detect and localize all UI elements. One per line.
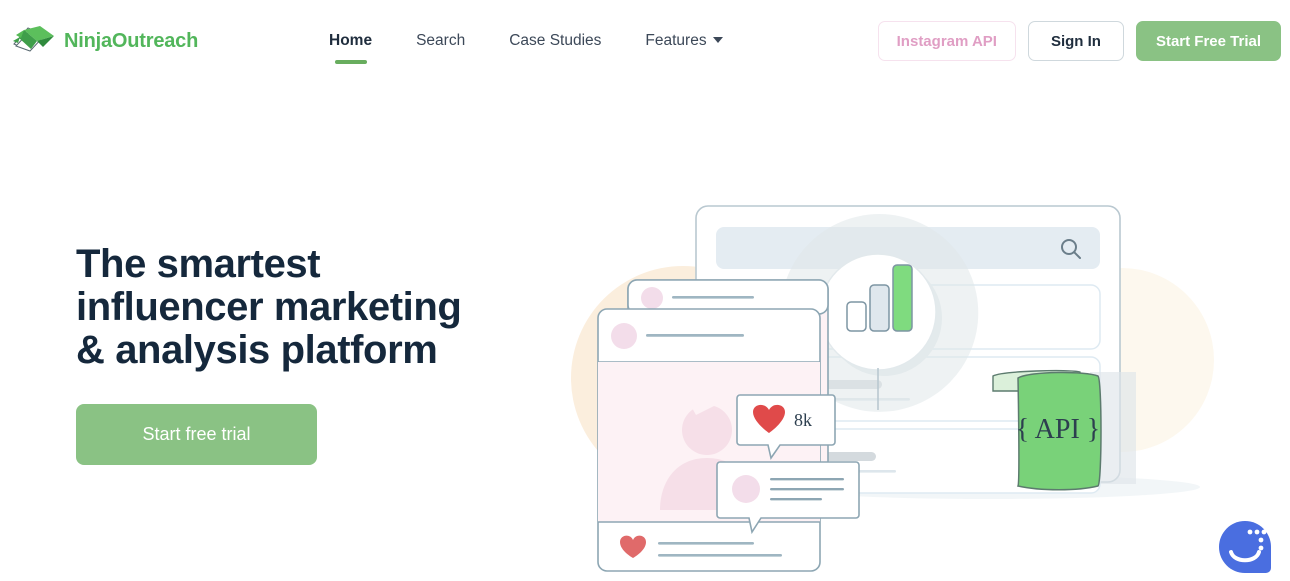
nav-item-search[interactable]: Search: [394, 32, 487, 50]
nav-label: Home: [329, 32, 373, 49]
hero-start-free-trial-button[interactable]: Start free trial: [76, 404, 317, 466]
nav-item-home[interactable]: Home: [307, 32, 394, 64]
chevron-down-icon: [712, 37, 723, 43]
nav-label: Search: [416, 32, 466, 49]
page-title: The smartest influencer marketing & anal…: [76, 243, 546, 371]
avatar: [611, 323, 637, 349]
bar-1: [846, 301, 867, 332]
bar-2: [869, 284, 890, 332]
bar-3: [892, 264, 913, 332]
instagram-api-button[interactable]: Instagram API: [877, 21, 1016, 61]
main-navigation: Home Search Case Studies Features: [307, 32, 745, 64]
nav-label: Features: [645, 32, 707, 49]
hero-copy: The smartest influencer marketing & anal…: [76, 243, 546, 466]
page-root: NinjaOutreach Home Search Case Studies F…: [0, 0, 1290, 581]
like-count-label: 8k: [794, 410, 812, 430]
hero-title-line-2: influencer marketing: [76, 284, 462, 329]
site-header: NinjaOutreach Home Search Case Studies F…: [0, 0, 1290, 82]
hero-illustration: { API } 8k: [550, 110, 1230, 581]
brand-name: NinjaOutreach: [64, 29, 199, 52]
avatar: [732, 475, 760, 503]
ninja-envelope-logo-icon: [10, 24, 58, 58]
chat-widget-button[interactable]: [1216, 518, 1274, 576]
nav-active-underline: [334, 60, 367, 64]
influencer-analytics-illustration: { API } 8k: [571, 205, 1214, 572]
nav-item-case-studies[interactable]: Case Studies: [487, 32, 623, 50]
start-free-trial-button[interactable]: Start Free Trial: [1135, 21, 1281, 61]
api-scroll-label: { API }: [1016, 414, 1100, 445]
header-actions: Instagram API Sign In Start Free Trial: [877, 21, 1281, 61]
hero-title-line-1: The smartest: [76, 242, 321, 286]
avatar: [641, 287, 663, 309]
nav-item-features[interactable]: Features: [623, 32, 744, 50]
hero-title-line-3: & analysis platform: [76, 327, 438, 372]
chat-smile-icon: [1219, 521, 1271, 573]
sign-in-button[interactable]: Sign In: [1027, 21, 1124, 61]
nav-label: Case Studies: [509, 32, 602, 49]
brand-logo[interactable]: NinjaOutreach: [10, 24, 210, 58]
